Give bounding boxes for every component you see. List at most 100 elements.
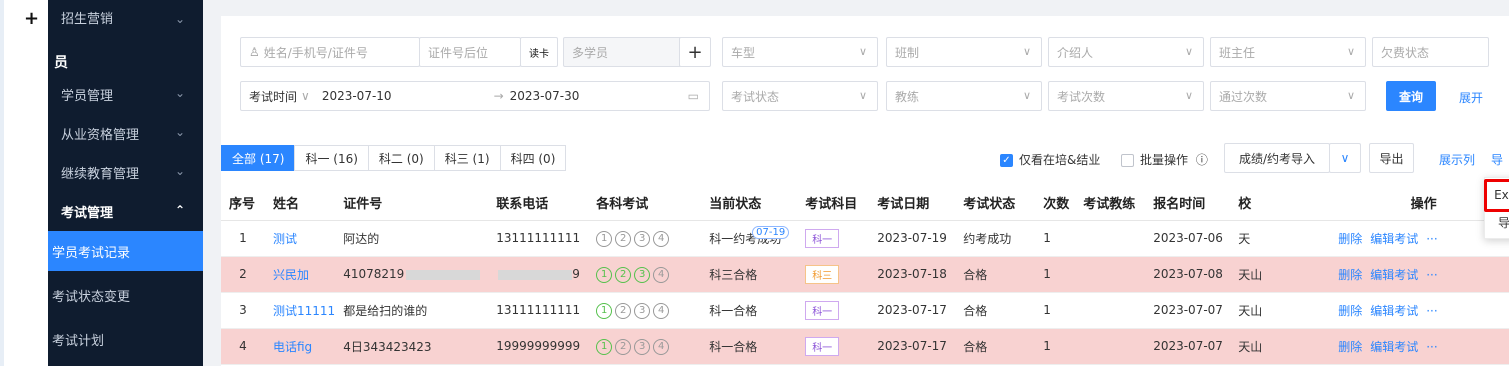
- user-icon: ♙: [249, 45, 260, 59]
- chevron-down-icon: ∨: [1184, 45, 1193, 58]
- id-number: 41078219: [343, 267, 405, 281]
- current-state-label: 科一合格: [709, 303, 758, 318]
- exam-date: 2023-07-18: [869, 256, 956, 293]
- phone-cell: 9: [488, 256, 589, 293]
- table-row: 2 兴民加 41078219 9 1 2 3 4 科三合格 科三 2023-07-18 合格 1 2023…: [221, 256, 1509, 293]
- current-state: 科三合格: [709, 268, 757, 282]
- subject-2-circle: 2: [615, 302, 632, 319]
- class-type-select[interactable]: 班制 ∨: [886, 37, 1042, 67]
- referrer-select[interactable]: 介绍人 ∨: [1048, 37, 1204, 67]
- tab-all[interactable]: 全部 (17): [221, 145, 296, 171]
- sidebar-item-label: 考试管理: [61, 205, 114, 221]
- more-actions-icon[interactable]: ···: [1426, 232, 1437, 246]
- car-type-select[interactable]: 车型 ∨: [722, 37, 878, 67]
- column-header: 报名时间: [1145, 186, 1231, 221]
- chevron-down-icon: ⌄: [174, 12, 185, 26]
- student-name-link[interactable]: 电话fig: [265, 328, 336, 365]
- column-header: 考试状态: [955, 186, 1036, 221]
- tab-subject-3[interactable]: 科三 (1): [433, 145, 501, 171]
- class-type-placeholder: 班制: [895, 45, 920, 60]
- only-training-label: 仅看在培&结业: [1019, 153, 1101, 167]
- head-teacher-select[interactable]: 班主任 ∨: [1210, 37, 1366, 67]
- sidebar-item-exam-plan[interactable]: 考试计划: [48, 319, 203, 359]
- current-state-label: 科三合格: [709, 267, 758, 282]
- student-name-link[interactable]: 兴民加: [265, 256, 336, 293]
- exam-records-table: 序号 姓名 证件号 联系电话 各科考试 当前状态 考试科目 考试日期 考试状态 …: [221, 186, 1509, 365]
- pass-times-select[interactable]: 通过次数 ∨: [1210, 81, 1366, 111]
- sidebar-item-exam-management[interactable]: 考试管理 ⌃: [48, 191, 203, 231]
- main-content: ♙ 姓名/手机号/证件号 证件号后位 读卡 多学员 + 车型 ∨ 班制 ∨ 介绍人 ∨…: [203, 0, 1509, 366]
- table-header-row: 序号 姓名 证件号 联系电话 各科考试 当前状态 考试科目 考试日期 考试状态 …: [221, 186, 1509, 221]
- edit-exam-link[interactable]: 编辑考试: [1370, 340, 1418, 354]
- show-columns-link[interactable]: 展示列: [1439, 151, 1475, 168]
- redaction-block: [498, 269, 573, 280]
- exam-date-range[interactable]: 考试时间 ∨ 2023-07-10 → 2023-07-30 ▭: [240, 81, 710, 111]
- score-import-button[interactable]: 成绩/约考导入: [1224, 143, 1330, 173]
- column-header: 考试教练: [1075, 186, 1146, 221]
- end-date[interactable]: 2023-07-30: [510, 89, 580, 103]
- id-number: 都是给扫的谁的: [343, 303, 428, 318]
- exam-state-select[interactable]: 考试状态 ∨: [722, 81, 878, 111]
- tab-subject-4[interactable]: 科四 (0): [499, 145, 567, 171]
- tab-subject-1[interactable]: 科一 (16): [294, 145, 369, 171]
- edit-exam-link[interactable]: 编辑考试: [1370, 268, 1418, 282]
- sidebar-item-exam-status-change[interactable]: 考试状态变更: [48, 275, 203, 315]
- phone-cell: 13111111111: [488, 292, 589, 329]
- exam-subject-cell: 科三: [797, 256, 870, 293]
- campus: 天山: [1230, 292, 1331, 329]
- export-button[interactable]: 导出: [1369, 143, 1414, 173]
- expand-link[interactable]: 展开: [1459, 89, 1483, 106]
- tab-label: 科二 (0): [378, 151, 424, 166]
- edit-exam-link[interactable]: 编辑考试: [1370, 232, 1418, 246]
- sidebar-item-qualification[interactable]: 从业资格管理 ⌄: [48, 113, 203, 153]
- more-actions-icon[interactable]: ···: [1426, 304, 1437, 318]
- exam-times-select[interactable]: 考试次数 ∨: [1048, 81, 1204, 111]
- student-name-link[interactable]: 测试: [265, 220, 336, 257]
- id-suffix-input[interactable]: 证件号后位: [419, 37, 521, 67]
- row-actions: 删除 编辑考试 ···: [1330, 328, 1509, 365]
- more-actions-icon[interactable]: ···: [1426, 268, 1437, 282]
- delete-link[interactable]: 删除: [1338, 268, 1362, 282]
- exam-time-label: 考试时间: [249, 89, 298, 104]
- more-actions-icon[interactable]: ···: [1426, 340, 1437, 354]
- menu-item-import-records[interactable]: 导入记录: [1485, 210, 1509, 234]
- phone-cell: 13111111111: [488, 220, 589, 257]
- chevron-down-icon: ⌄: [174, 86, 185, 100]
- id-suffix-placeholder: 证件号后位: [428, 45, 489, 60]
- only-training-checkbox[interactable]: ✓ 仅看在培&结业: [1000, 151, 1100, 168]
- range-arrow-icon: →: [493, 89, 504, 103]
- name-search-input[interactable]: ♙ 姓名/手机号/证件号: [240, 37, 420, 67]
- subject-3-circle: 3: [634, 230, 651, 247]
- exam-coach: [1075, 220, 1146, 257]
- edit-exam-link[interactable]: 编辑考试: [1370, 304, 1418, 318]
- chevron-up-icon: ⌃: [174, 203, 185, 217]
- delete-link[interactable]: 删除: [1338, 340, 1362, 354]
- coach-select[interactable]: 教练 ∨: [886, 81, 1042, 111]
- add-student-button[interactable]: +: [679, 37, 711, 67]
- tab-label: 全部 (17): [232, 151, 285, 166]
- add-icon[interactable]: +: [24, 10, 39, 28]
- start-date[interactable]: 2023-07-10: [322, 89, 392, 103]
- phone: 9: [572, 267, 580, 281]
- subject-4-circle: 4: [653, 230, 670, 247]
- more-link[interactable]: 导: [1491, 151, 1503, 168]
- fee-status-select[interactable]: 欠费状态: [1372, 37, 1489, 67]
- delete-link[interactable]: 删除: [1338, 304, 1362, 318]
- phone-cell: 19999999999: [488, 328, 589, 365]
- search-button[interactable]: 查询: [1386, 81, 1436, 111]
- sidebar-item-exam-records[interactable]: 学员考试记录: [48, 231, 203, 271]
- column-header: 姓名: [265, 186, 336, 221]
- tab-subject-2[interactable]: 科二 (0): [367, 145, 435, 171]
- sidebar-item-recruiting[interactable]: 招生营销 ⌄: [48, 0, 203, 34]
- delete-link[interactable]: 删除: [1338, 232, 1362, 246]
- import-dropdown-toggle[interactable]: ∨: [1329, 143, 1361, 173]
- sidebar-item-label: 学员考试记录: [52, 245, 131, 261]
- student-name-link[interactable]: 测试11111: [265, 292, 336, 329]
- sidebar-item-student-management[interactable]: 学员管理 ⌄: [48, 74, 203, 114]
- sidebar-item-continuing-education[interactable]: 继续教育管理 ⌄: [48, 152, 203, 192]
- read-card-button[interactable]: 读卡: [520, 37, 558, 67]
- phone: 13111111111: [496, 303, 581, 317]
- exam-subject-cell: 科一: [797, 292, 870, 329]
- batch-ops-checkbox[interactable]: 批量操作 ⓘ: [1121, 151, 1208, 168]
- row-actions: 删除 编辑考试 ···: [1330, 220, 1509, 257]
